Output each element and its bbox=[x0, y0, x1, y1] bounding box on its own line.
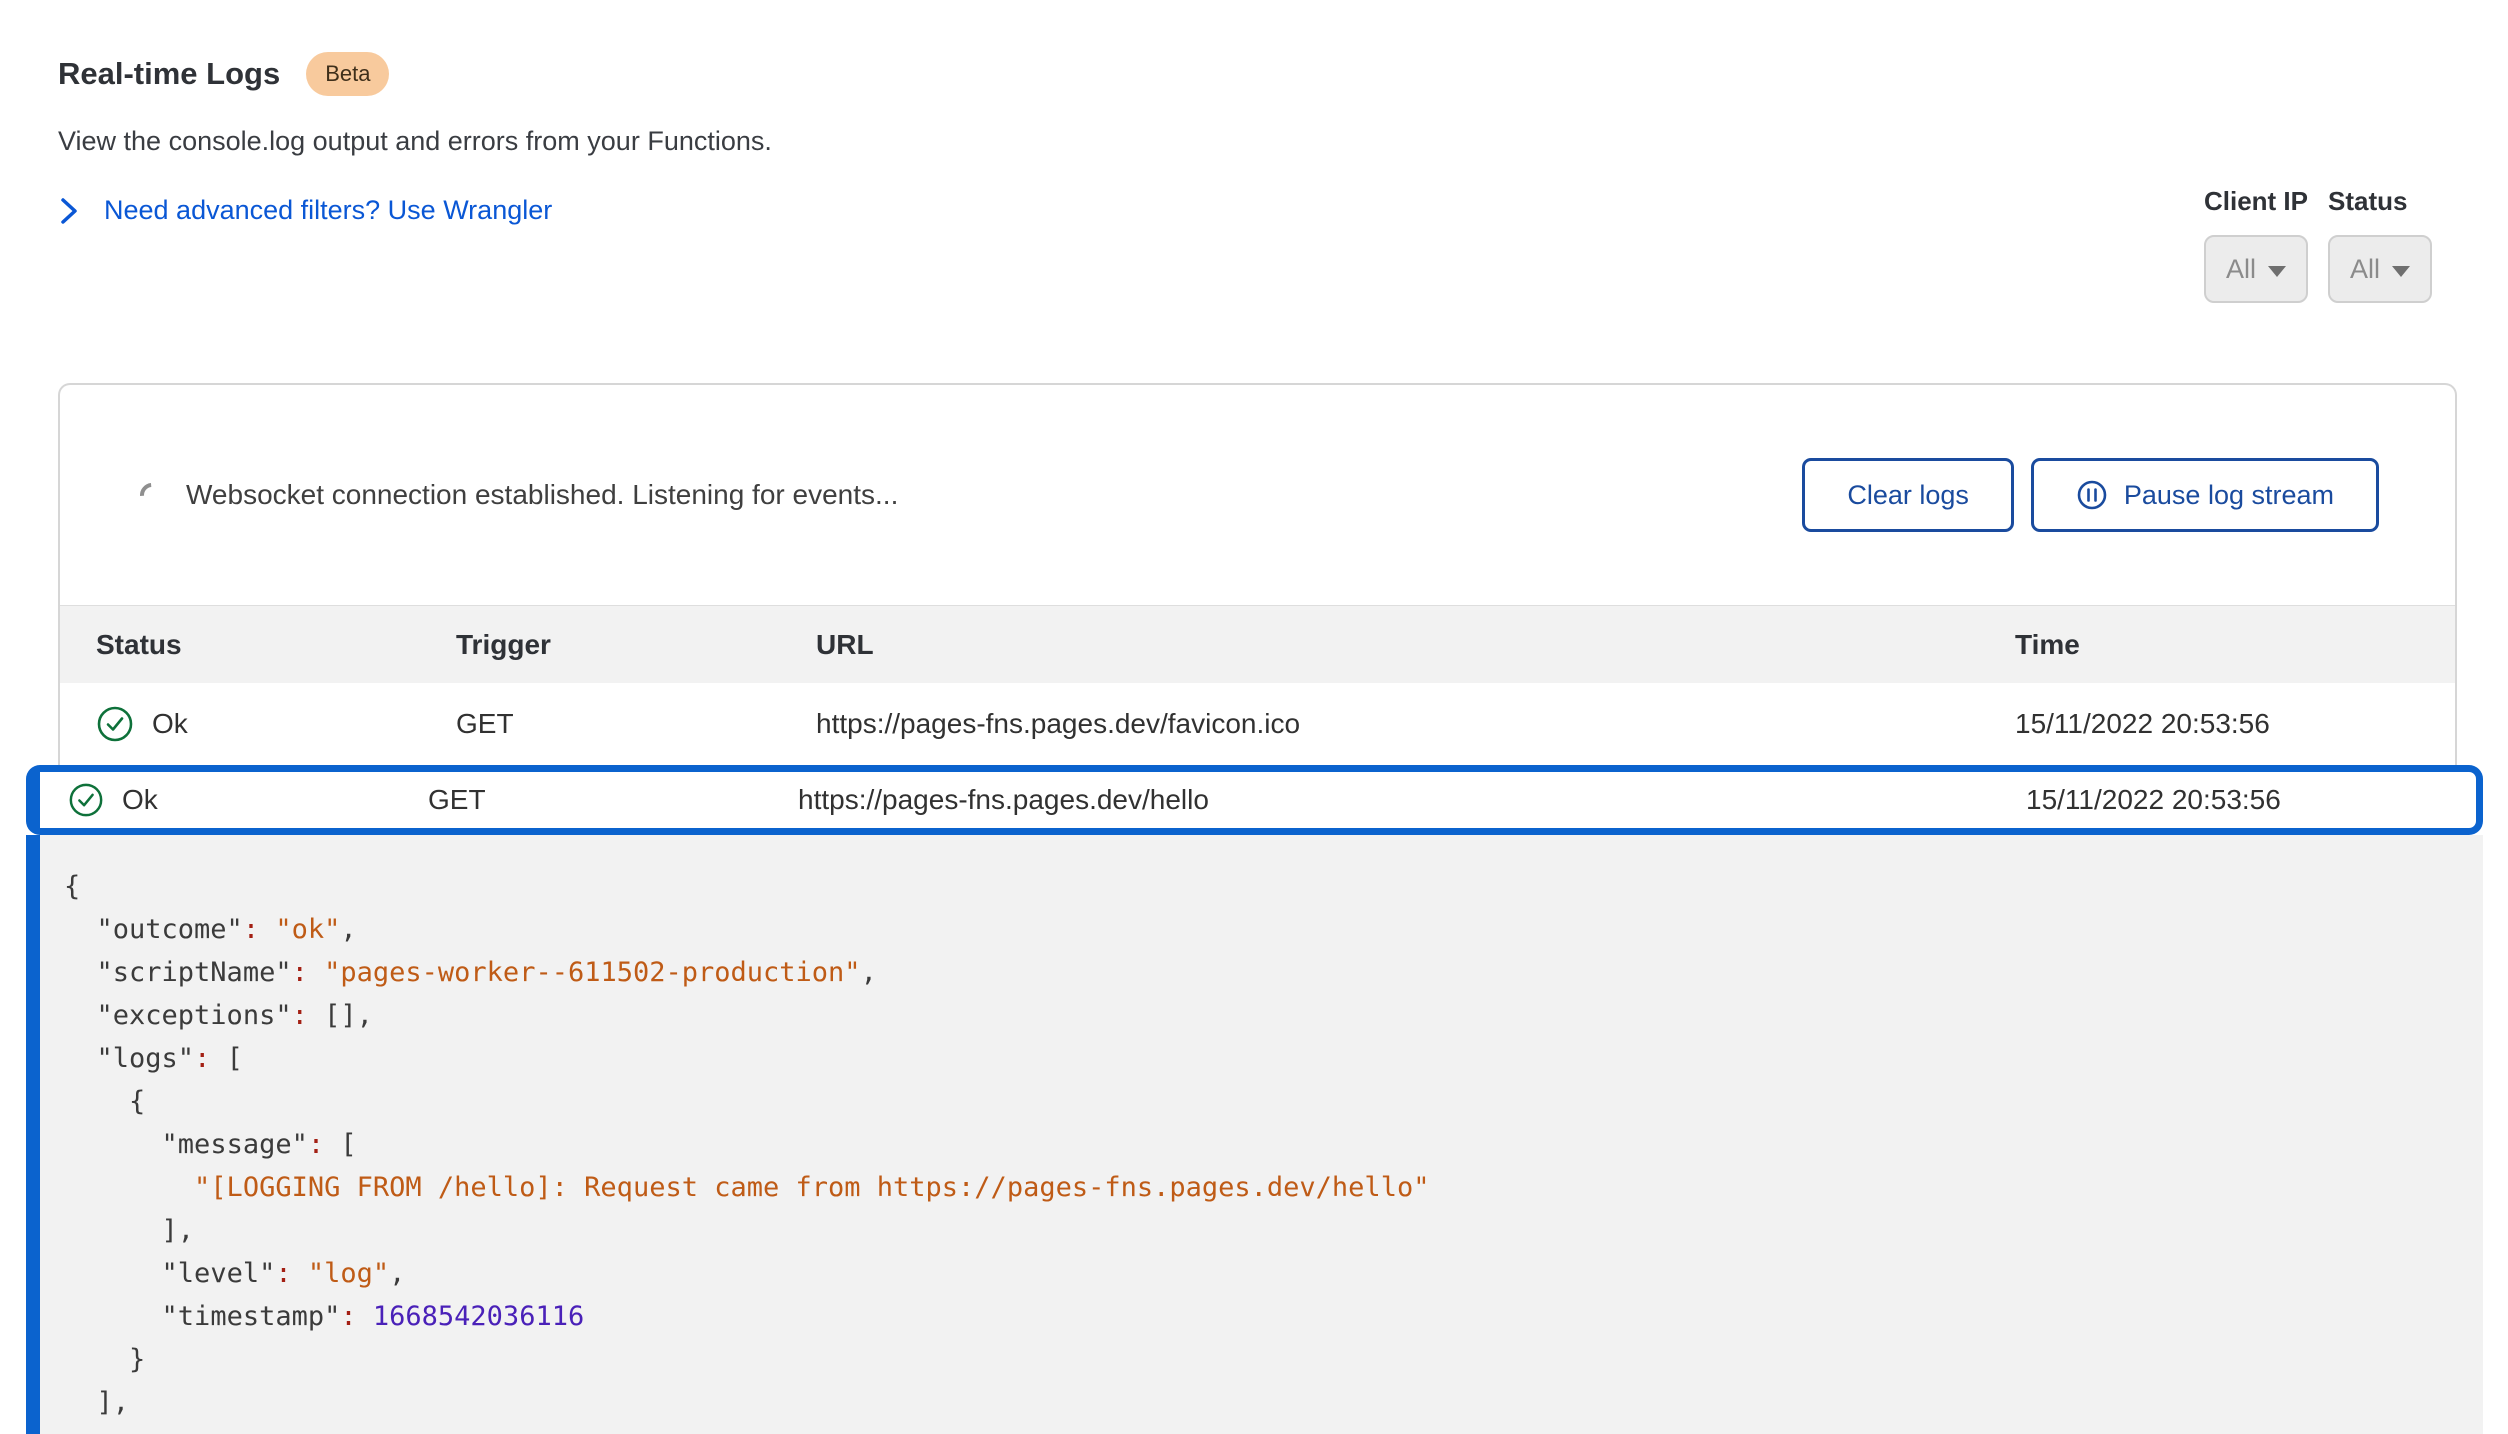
selected-log-trigger-value: GET bbox=[428, 784, 798, 816]
log-table-header: Status Trigger URL Time bbox=[60, 605, 2455, 683]
status-filter-value: All bbox=[2350, 254, 2380, 285]
column-header-time: Time bbox=[2015, 629, 2455, 661]
realtime-logs-panel: Websocket connection established. Listen… bbox=[58, 383, 2457, 766]
spinner-icon bbox=[135, 478, 169, 512]
pause-log-stream-button-label: Pause log stream bbox=[2124, 480, 2334, 511]
log-filters: Client IP All Status All bbox=[2204, 186, 2432, 303]
log-trigger-value: GET bbox=[456, 708, 816, 740]
check-circle-icon bbox=[68, 782, 104, 818]
selected-log-time-value: 15/11/2022 20:53:56 bbox=[2026, 784, 2476, 816]
column-header-url: URL bbox=[816, 629, 2015, 661]
expanded-log-block: Ok GET https://pages-fns.pages.dev/hello… bbox=[26, 765, 2483, 1434]
client-ip-filter-label: Client IP bbox=[2204, 186, 2308, 217]
selected-log-status-value: Ok bbox=[122, 784, 158, 816]
wrangler-link[interactable]: Need advanced filters? Use Wrangler bbox=[58, 195, 772, 226]
chevron-right-icon bbox=[58, 196, 80, 226]
caret-down-icon bbox=[2268, 266, 2286, 277]
column-header-trigger: Trigger bbox=[456, 629, 816, 661]
client-ip-filter-dropdown[interactable]: All bbox=[2204, 235, 2308, 303]
log-detail-json-code: { "outcome": "ok", "scriptName": "pages-… bbox=[64, 865, 2483, 1424]
log-toolbar: Websocket connection established. Listen… bbox=[60, 385, 2455, 605]
check-circle-icon bbox=[96, 705, 134, 743]
log-time-value: 15/11/2022 20:53:56 bbox=[2015, 708, 2455, 740]
page-subtitle: View the console.log output and errors f… bbox=[58, 126, 772, 157]
log-url-value: https://pages-fns.pages.dev/favicon.ico bbox=[816, 708, 2015, 740]
websocket-status-message: Websocket connection established. Listen… bbox=[186, 479, 898, 511]
page-title: Real-time Logs bbox=[58, 56, 280, 92]
wrangler-link-label: Need advanced filters? Use Wrangler bbox=[104, 195, 552, 226]
pause-icon bbox=[2076, 479, 2108, 511]
pause-log-stream-button[interactable]: Pause log stream bbox=[2031, 458, 2379, 532]
status-filter-dropdown[interactable]: All bbox=[2328, 235, 2432, 303]
client-ip-filter-value: All bbox=[2226, 254, 2256, 285]
beta-badge: Beta bbox=[306, 52, 389, 96]
log-status-value: Ok bbox=[152, 708, 188, 740]
log-detail-json-panel: { "outcome": "ok", "scriptName": "pages-… bbox=[26, 835, 2483, 1434]
log-table-row[interactable]: Ok GET https://pages-fns.pages.dev/favic… bbox=[60, 683, 2455, 765]
clear-logs-button[interactable]: Clear logs bbox=[1802, 458, 2014, 532]
clear-logs-button-label: Clear logs bbox=[1847, 480, 1969, 511]
column-header-status: Status bbox=[96, 629, 456, 661]
selected-log-url-value: https://pages-fns.pages.dev/hello bbox=[798, 784, 2026, 816]
page-header: Real-time Logs Beta View the console.log… bbox=[58, 52, 772, 226]
status-filter-label: Status bbox=[2328, 186, 2432, 217]
selected-log-row[interactable]: Ok GET https://pages-fns.pages.dev/hello… bbox=[26, 765, 2483, 835]
caret-down-icon bbox=[2392, 266, 2410, 277]
